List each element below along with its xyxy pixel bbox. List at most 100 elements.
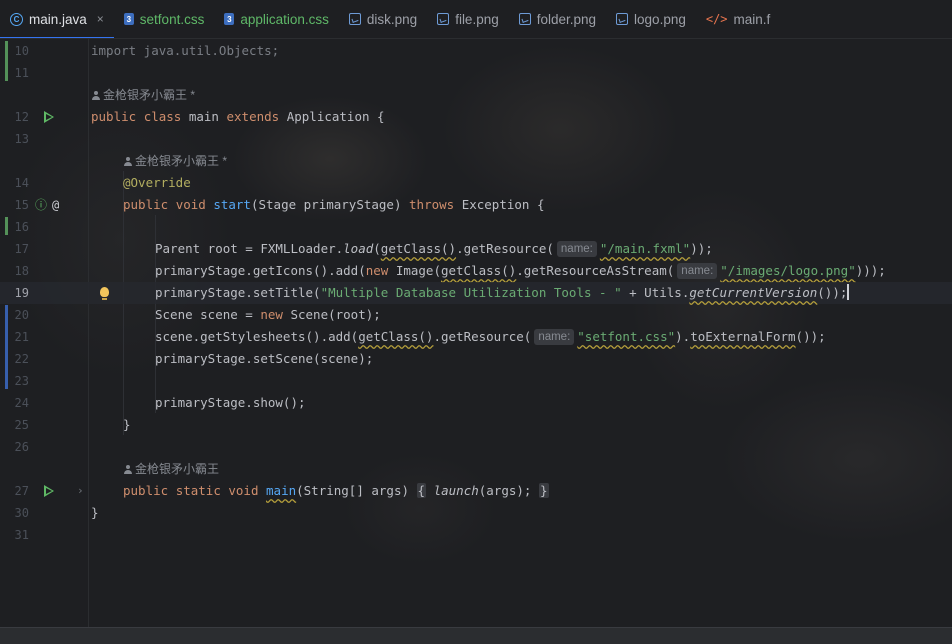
person-icon [91,91,100,100]
code-line: 14 @Override [0,172,952,194]
tab-label: disk.png [366,11,418,27]
set-icons-statement: primaryStage.getIcons().add(new Image(ge… [155,263,886,279]
code-author-hint[interactable]: 金枪银矛小霸王 * [123,150,227,172]
code-line: 15 ⓘ @ public void start(Stage primarySt… [0,194,952,216]
author-name: 金枪银矛小霸王 [135,154,220,168]
code-line: 26 [0,436,952,458]
scene-statement: Scene scene = new Scene(root); [155,307,381,322]
image-file-icon [616,13,629,25]
code-editor[interactable]: 10 import java.util.Objects; 11 金枪银矛小霸王 … [0,39,952,627]
class-declaration: public class main extends Application { [91,109,385,124]
folded-region-start: { [416,483,427,498]
main-method: public static void main(String[] args) {… [123,483,549,498]
author-modified-mark: * [190,88,196,102]
annotation-icon[interactable]: @ [52,194,59,216]
author-name: 金枪银矛小霸王 [103,88,188,102]
code-line: 22 primaryStage.setScene(scene); [0,348,952,370]
tab-file-png[interactable]: file.png [427,0,509,38]
person-icon [123,157,132,166]
text-cursor [847,284,849,300]
lightbulb-icon[interactable] [100,287,109,300]
editor-tab-bar: C main.java × 3 setfont.css 3 applicatio… [0,0,952,39]
code-line: 10 import java.util.Objects; [0,40,952,62]
tab-label: application.css [240,11,329,27]
css-file-icon: 3 [123,13,134,25]
line-number: 30 [14,506,29,520]
code-line: 31 [0,524,952,546]
tab-label: logo.png [634,11,686,27]
code-line: 16 [0,216,952,238]
code-line-current: 19 primaryStage.setTitle("Multiple Datab… [0,282,952,304]
override-annotation: @Override [123,175,191,190]
image-file-icon [348,13,361,25]
tab-setfont-css[interactable]: 3 setfont.css [114,0,215,38]
line-number: 22 [14,352,29,366]
parameter-hint: name: [556,241,597,257]
code-line: 23 [0,370,952,392]
tab-logo-png[interactable]: logo.png [606,0,696,38]
line-number: 24 [14,396,29,410]
tab-label: main.f [733,11,771,27]
code-line: 27 › public static void main(String[] ar… [0,480,952,502]
css-file-icon: 3 [224,13,235,25]
image-file-icon [437,13,450,25]
code-author-hint[interactable]: 金枪银矛小霸王 * [91,84,195,106]
set-title-statement: primaryStage.setTitle("Multiple Database… [155,284,849,300]
code-line: 13 [0,128,952,150]
line-number: 21 [14,330,29,344]
chevron-right-icon[interactable]: › [77,480,84,502]
code-author-hint[interactable]: 金枪银矛小霸王 [123,458,219,480]
java-class-icon: C [10,12,23,26]
line-number: 16 [14,220,29,234]
line-number: 19 [14,286,29,300]
code-line: 21 scene.getStylesheets().add(getClass()… [0,326,952,348]
code-line: 20 Scene scene = new Scene(root); [0,304,952,326]
line-number: 11 [14,66,29,80]
folded-region-end: } [538,483,549,498]
start-method-signature: public void start(Stage primaryStage) th… [123,197,545,212]
code-line: 24 primaryStage.show(); [0,392,952,414]
tab-label: folder.png [536,11,597,27]
code-line: 18 primaryStage.getIcons().add(new Image… [0,260,952,282]
line-number: 15 [14,198,29,212]
implements-method-icon[interactable]: ⓘ [35,194,47,216]
parameter-hint: name: [677,263,718,279]
set-scene-statement: primaryStage.setScene(scene); [155,351,374,366]
run-icon[interactable] [44,111,54,123]
code-line: 12 public class main extends Application… [0,106,952,128]
close-icon[interactable]: × [97,12,104,26]
author-modified-mark: * [222,154,228,168]
tab-main-java[interactable]: C main.java × [0,0,114,38]
line-number: 10 [14,44,29,58]
tab-disk-png[interactable]: disk.png [339,0,427,38]
author-name: 金枪银矛小霸王 [135,462,220,476]
line-number: 26 [14,440,29,454]
image-file-icon [518,13,531,25]
import-statement: import java.util.Objects; [91,43,280,58]
status-bar [0,627,952,644]
fxml-file-icon: </> [705,12,728,26]
line-number: 13 [14,132,29,146]
run-icon[interactable] [44,485,54,497]
line-number: 27 [14,484,29,498]
closing-brace: } [123,417,131,432]
person-icon [123,465,132,474]
tab-application-css[interactable]: 3 application.css [214,0,339,38]
tab-main-fxml[interactable]: </> main.f [696,0,780,38]
code-line: 25 } [0,414,952,436]
stylesheet-statement: scene.getStylesheets().add(getClass().ge… [155,329,826,345]
code-line: 30 } [0,502,952,524]
load-fxml-statement: Parent root = FXMLLoader.load(getClass()… [155,241,713,257]
closing-brace: } [91,505,99,520]
line-number: 25 [14,418,29,432]
tab-folder-png[interactable]: folder.png [509,0,606,38]
line-number: 23 [14,374,29,388]
line-number: 18 [14,264,29,278]
code-line: 17 Parent root = FXMLLoader.load(getClas… [0,238,952,260]
line-number: 17 [14,242,29,256]
line-number: 31 [14,528,29,542]
tab-label: file.png [455,11,499,27]
tab-label: main.java [29,11,87,27]
tab-label: setfont.css [139,11,205,27]
parameter-hint: name: [534,329,575,345]
